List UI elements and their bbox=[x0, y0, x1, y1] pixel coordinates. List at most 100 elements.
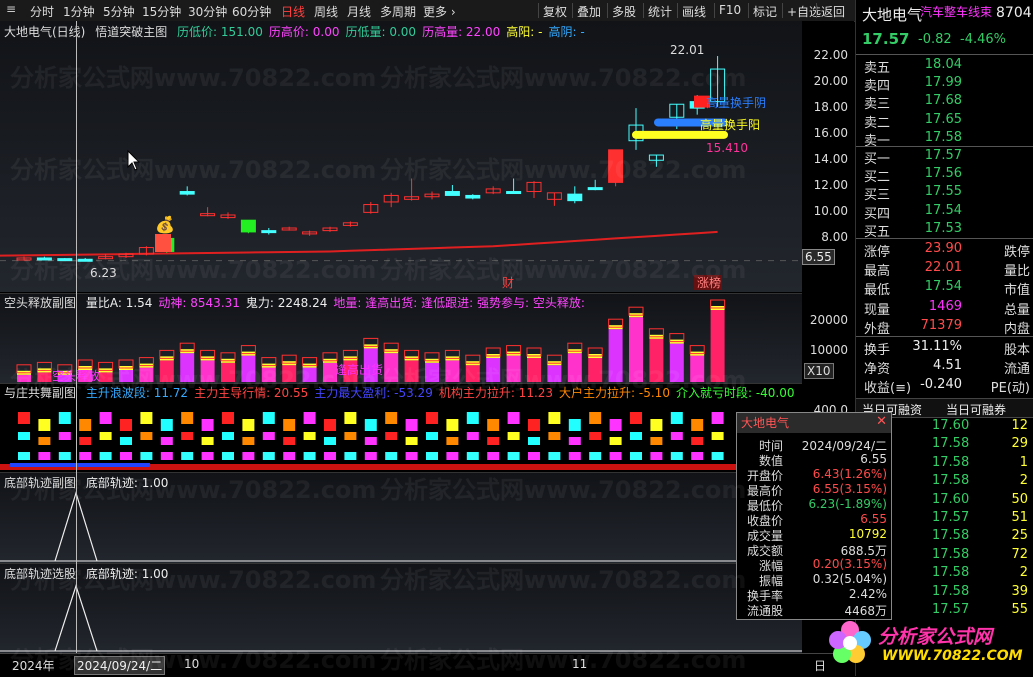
dance-block bbox=[446, 437, 459, 445]
period-tab[interactable]: 分时 bbox=[30, 3, 54, 20]
dance-block bbox=[303, 412, 316, 424]
price-axis-tick: 10.00 bbox=[813, 204, 848, 219]
dance-block bbox=[160, 437, 173, 445]
dance-block bbox=[99, 452, 112, 460]
volume-bar bbox=[588, 358, 603, 382]
period-tab[interactable]: 周线 bbox=[314, 3, 338, 20]
volume-axis-tick: 20000 bbox=[809, 313, 848, 327]
quote-label: 最低 bbox=[864, 283, 891, 299]
dance-block bbox=[120, 419, 132, 431]
dance-block bbox=[38, 437, 51, 445]
tooltip-row: 时间 2024/09/24/二 bbox=[737, 437, 891, 453]
trade-qty: 72 bbox=[1011, 546, 1028, 562]
tooltip-value: 6.55(3.15%) bbox=[812, 482, 887, 496]
candle-body bbox=[465, 194, 481, 199]
volume-bar bbox=[282, 365, 297, 382]
quote-value: 17.53 bbox=[924, 220, 962, 236]
period-tab[interactable]: 1分钟 bbox=[63, 3, 95, 20]
dance-block bbox=[466, 452, 479, 460]
toolbar-action-button[interactable]: 画线 bbox=[682, 3, 706, 20]
bottom-track-subchart[interactable]: 底部轨迹副图 底部轨迹: 1.00 bbox=[0, 472, 802, 563]
dance-block bbox=[426, 412, 438, 424]
volume-bars: 空头释放逢高出货 bbox=[16, 299, 726, 383]
main-chart-pane[interactable]: 大地电气(日线) 悟道突破主图 历低价: 151.00 历高价: 0.00 历低量:… bbox=[0, 21, 802, 292]
volume-bar bbox=[17, 374, 31, 382]
dance-block bbox=[589, 452, 602, 460]
volume-bar bbox=[486, 358, 501, 382]
ask-level-row: 卖五 18.04 bbox=[856, 57, 1033, 76]
volume-bar bbox=[200, 360, 215, 382]
logo-url: WWW.70822.COM bbox=[882, 648, 1023, 664]
dance-block bbox=[630, 452, 642, 460]
price-change: -0.82 bbox=[918, 32, 952, 47]
dance-subchart[interactable]: 与庄共舞副图 主升浪波段: 11.72 主力主导行情: 20.55 主力最大盈利: … bbox=[0, 383, 802, 472]
crosshair-vertical bbox=[76, 21, 77, 653]
dance-block bbox=[711, 432, 724, 440]
toolbar-action-button[interactable]: 标记 bbox=[753, 3, 777, 20]
close-icon[interactable]: ✕ bbox=[876, 414, 887, 429]
toolbar-action-button[interactable]: 叠加 bbox=[577, 3, 601, 20]
dance-block bbox=[283, 419, 296, 431]
toolbar-action-button[interactable]: F10 bbox=[719, 3, 741, 17]
dance-block bbox=[344, 452, 357, 460]
dance-block bbox=[303, 452, 316, 460]
quote-side-label: 市值 bbox=[1003, 283, 1030, 299]
dance-block bbox=[507, 412, 520, 424]
period-tab[interactable]: 60分钟 bbox=[232, 3, 271, 20]
quote-label: 买二 bbox=[864, 170, 891, 186]
financial-report-marker: 财 bbox=[502, 276, 514, 290]
trade-qty: 12 bbox=[1011, 418, 1028, 433]
period-tab[interactable]: 5分钟 bbox=[103, 3, 135, 20]
tab-margin-short[interactable]: 当日可融券 bbox=[946, 401, 1006, 418]
volume-bar bbox=[159, 360, 174, 382]
candlestick-chart[interactable]: 22.01 6.23 高量换手阴高量换手阳 15.410 💰 财 涨榜 bbox=[0, 21, 802, 292]
dance-block bbox=[324, 419, 336, 431]
price-axis-tick: 8.00 bbox=[821, 230, 848, 245]
period-tab[interactable]: 日线 bbox=[281, 3, 305, 20]
site-logo: 分析家公式网 WWW.70822.COM bbox=[826, 618, 1026, 670]
quote-label: 外盘 bbox=[864, 321, 891, 337]
quote-value: 17.57 bbox=[924, 148, 962, 163]
dance-block bbox=[58, 432, 71, 440]
x-label-corner: 日 bbox=[814, 659, 827, 673]
menu-icon[interactable]: ≡ bbox=[6, 2, 16, 16]
volume-subchart[interactable]: 空头释放副图 量比A: 1.54 动神: 8543.31 鬼力: 2248.24 地量… bbox=[0, 293, 802, 384]
period-tab[interactable]: 15分钟 bbox=[142, 3, 181, 20]
quote-stat-row: 换手 31.11% 股本 bbox=[856, 339, 1033, 358]
dance-block bbox=[487, 419, 500, 431]
period-tab[interactable]: 多周期 bbox=[380, 3, 416, 20]
candle-body bbox=[77, 258, 93, 262]
last-price: 17.57 bbox=[862, 30, 910, 48]
dance-block bbox=[466, 412, 479, 424]
dance-block bbox=[38, 419, 51, 431]
toolbar-action-button[interactable]: 复权 bbox=[543, 3, 567, 20]
bottom-select-subchart[interactable]: 底部轨迹选股 底部轨迹: 1.00 bbox=[0, 563, 802, 653]
trade-qty: 2 bbox=[1019, 565, 1028, 581]
candle-body bbox=[444, 191, 460, 196]
volume-bar bbox=[241, 355, 256, 382]
volume-axis: 20000 10000 X10 bbox=[802, 293, 854, 383]
tooltip-row: 开盘价 6.43(1.26%) bbox=[737, 467, 891, 483]
toolbar-action-button[interactable]: 返回 bbox=[821, 3, 845, 20]
dance-block bbox=[18, 432, 30, 440]
dance-block bbox=[426, 452, 438, 460]
period-tab[interactable]: 30分钟 bbox=[188, 3, 227, 20]
price-axis: 22.00 20.00 18.00 16.00 14.00 12.00 10.00 8.00 6… bbox=[802, 21, 854, 292]
dance-block bbox=[609, 419, 622, 431]
toolbar-action-button[interactable]: 统计 bbox=[648, 3, 672, 20]
volume-bar bbox=[98, 372, 113, 382]
dance-block bbox=[548, 452, 561, 460]
bottom-track-line bbox=[0, 490, 802, 562]
stock-sector[interactable]: 汽车整车线束 bbox=[920, 3, 992, 20]
quote-side-label: 跌停 bbox=[1003, 245, 1030, 260]
period-tab[interactable]: 更多 › bbox=[423, 3, 456, 20]
trade-qty: 51 bbox=[1011, 510, 1028, 525]
period-tab[interactable]: 月线 bbox=[347, 3, 371, 20]
dance-bars bbox=[0, 412, 802, 470]
dance-block bbox=[670, 412, 683, 424]
annotation-label: 高量换手阴 bbox=[706, 95, 766, 110]
dance-block bbox=[528, 419, 540, 431]
toolbar-action-button[interactable]: 多股 bbox=[612, 3, 636, 20]
dance-block bbox=[426, 432, 438, 440]
quote-stat-row: 现量 1469 总量 bbox=[856, 299, 1033, 318]
